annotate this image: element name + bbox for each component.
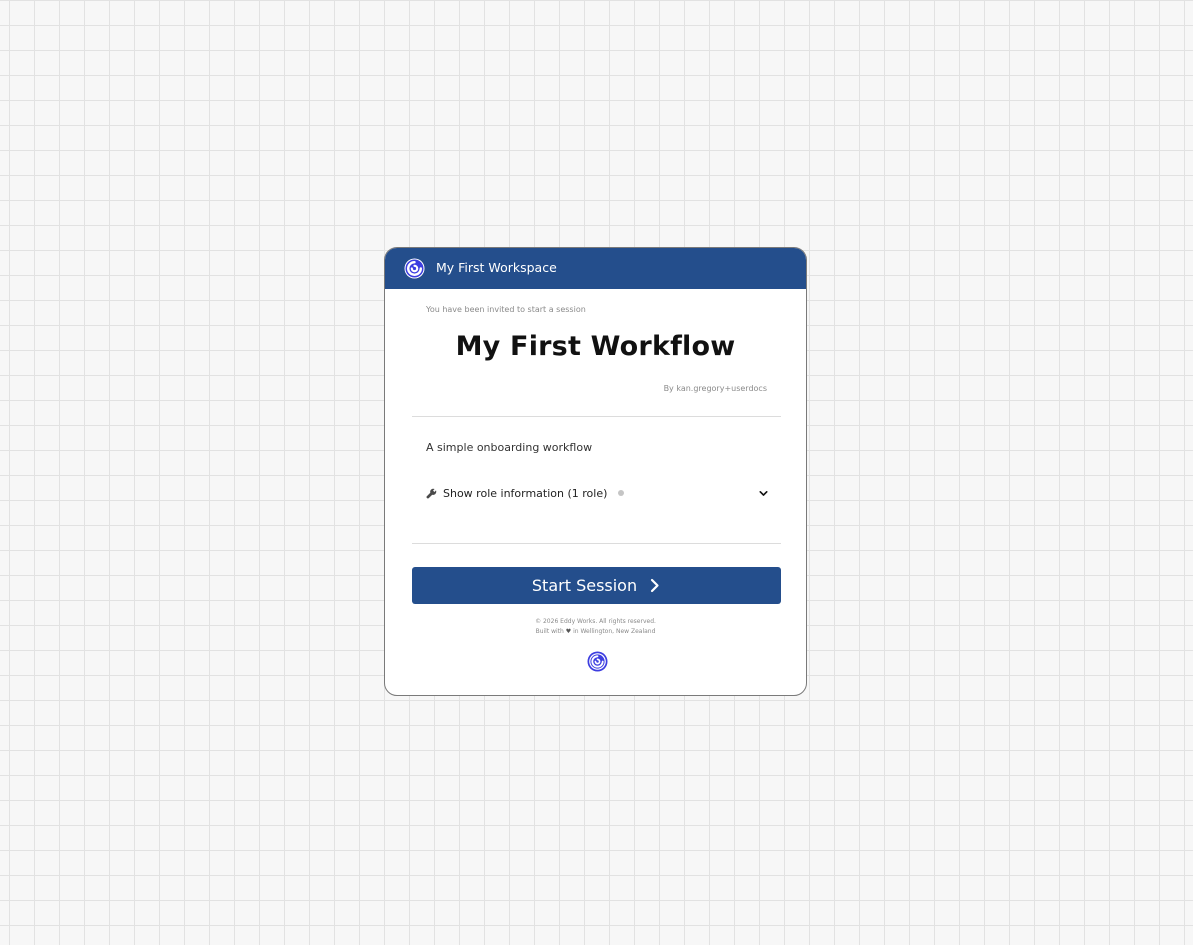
footer-logo-icon: [587, 651, 608, 672]
chevron-down-icon[interactable]: [758, 488, 769, 499]
role-info-toggle[interactable]: Show role information (1 role): [426, 484, 769, 502]
built-with-suffix: in Wellington, New Zealand: [573, 628, 656, 635]
wrench-icon: [426, 488, 437, 499]
invite-text: You have been invited to start a session: [426, 305, 586, 314]
swirl-logo-icon: [404, 258, 425, 279]
author-byline: By kan.gregory+userdocs: [663, 384, 767, 393]
role-info-label: Show role information (1 role): [443, 486, 608, 500]
role-status-dot: [618, 490, 625, 496]
heart-icon: ♥: [565, 628, 572, 635]
card-header: My First Workspace: [385, 248, 806, 289]
start-session-button[interactable]: Start Session: [412, 567, 781, 604]
divider: [412, 543, 781, 544]
built-with-text: Built with ♥ in Wellington, New Zealand: [385, 627, 806, 637]
session-invite-card: My First Workspace You have been invited…: [384, 247, 807, 696]
footer: © 2026 Eddy Works. All rights reserved. …: [385, 617, 806, 637]
workspace-name: My First Workspace: [436, 260, 557, 275]
chevron-right-icon: [651, 578, 659, 593]
divider: [412, 416, 781, 417]
copyright-text: © 2026 Eddy Works. All rights reserved.: [535, 618, 656, 625]
built-with-prefix: Built with: [535, 628, 564, 635]
workflow-title: My First Workflow: [455, 331, 736, 362]
workflow-description: A simple onboarding workflow: [426, 441, 593, 454]
start-session-label: Start Session: [531, 576, 638, 595]
